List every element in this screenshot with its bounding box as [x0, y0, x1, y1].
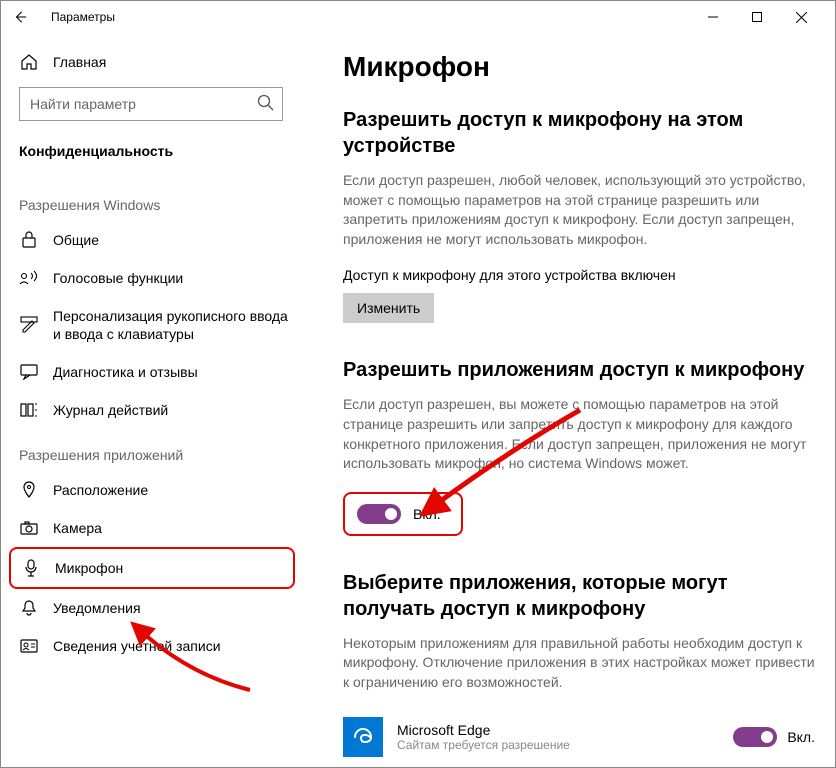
window-title: Параметры: [51, 10, 115, 24]
sidebar-item-label: Расположение: [53, 483, 148, 497]
sidebar-item-label: Уведомления: [53, 601, 141, 615]
section1-title: Разрешить доступ к микрофону на этом уст…: [343, 107, 815, 159]
sidebar-item-location[interactable]: Расположение: [1, 471, 301, 509]
main-content: Микрофон Разрешить доступ к микрофону на…: [309, 33, 835, 767]
maximize-button[interactable]: [735, 1, 779, 33]
sidebar-item-account-info[interactable]: Сведения учетной записи: [1, 627, 301, 665]
sidebar-item-label: Главная: [53, 55, 106, 69]
back-button[interactable]: [13, 10, 33, 24]
page-title: Микрофон: [343, 51, 815, 83]
edge-app-icon: [343, 717, 383, 757]
sidebar-item-home[interactable]: Главная: [1, 43, 301, 81]
home-icon: [19, 53, 39, 71]
speech-icon: [19, 269, 39, 287]
search-icon: [257, 94, 275, 112]
annotation-highlight-toggle: Вкл.: [343, 492, 463, 536]
app-edge-toggle[interactable]: [733, 727, 777, 747]
activity-icon: [19, 401, 39, 419]
section-app-permissions: Разрешения приложений: [1, 429, 301, 471]
sidebar-item-speech[interactable]: Голосовые функции: [1, 259, 301, 297]
search-input[interactable]: [19, 87, 283, 121]
close-button[interactable]: [779, 1, 823, 33]
section2-desc: Если доступ разрешен, вы можете с помощь…: [343, 395, 815, 473]
section1-desc: Если доступ разрешен, любой человек, исп…: [343, 171, 815, 249]
sidebar-item-microphone[interactable]: Микрофон: [11, 549, 293, 587]
section-windows-permissions: Разрешения Windows: [1, 179, 301, 221]
sidebar: Главная Конфиденциальность Разрешения Wi…: [1, 33, 309, 767]
feedback-icon: [19, 363, 39, 381]
sidebar-item-label: Диагностика и отзывы: [53, 365, 198, 379]
apps-mic-toggle[interactable]: [357, 504, 401, 524]
section3-desc: Некоторым приложениям для правильной раб…: [343, 634, 815, 693]
bell-icon: [19, 599, 39, 617]
sidebar-item-camera[interactable]: Камера: [1, 509, 301, 547]
sidebar-item-activity[interactable]: Журнал действий: [1, 391, 301, 429]
minimize-button[interactable]: [691, 1, 735, 33]
mic-access-status: Доступ к микрофону для этого устройства …: [343, 267, 815, 283]
sidebar-item-label: Журнал действий: [53, 403, 168, 417]
app-name: Microsoft Edge: [397, 722, 733, 738]
sidebar-item-notifications[interactable]: Уведомления: [1, 589, 301, 627]
account-icon: [19, 637, 39, 655]
sidebar-item-label: Общие: [53, 233, 99, 247]
sidebar-item-general[interactable]: Общие: [1, 221, 301, 259]
microphone-icon: [21, 559, 41, 577]
sidebar-item-label: Сведения учетной записи: [53, 639, 221, 653]
sidebar-item-label: Голосовые функции: [53, 271, 183, 285]
app-row-edge: Microsoft Edge Сайтам требуется разрешен…: [343, 711, 815, 763]
section3-title: Выберите приложения, которые могут получ…: [343, 570, 815, 622]
toggle-state-label: Вкл.: [787, 729, 815, 745]
toggle-state-label: Вкл.: [413, 506, 441, 522]
category-label: Конфиденциальность: [1, 137, 301, 179]
sidebar-item-label: Камера: [53, 521, 102, 535]
sidebar-item-label: Микрофон: [55, 561, 123, 575]
sidebar-item-diagnostics[interactable]: Диагностика и отзывы: [1, 353, 301, 391]
section2-title: Разрешить приложениям доступ к микрофону: [343, 357, 815, 383]
camera-icon: [19, 519, 39, 537]
sidebar-item-label: Персонализация рукописного ввода и ввода…: [53, 307, 295, 343]
sidebar-item-inking[interactable]: Персонализация рукописного ввода и ввода…: [1, 297, 301, 353]
change-button[interactable]: Изменить: [343, 293, 434, 323]
inking-icon: [19, 316, 39, 334]
app-sub: Сайтам требуется разрешение: [397, 738, 733, 752]
location-icon: [19, 481, 39, 499]
lock-icon: [19, 231, 39, 249]
